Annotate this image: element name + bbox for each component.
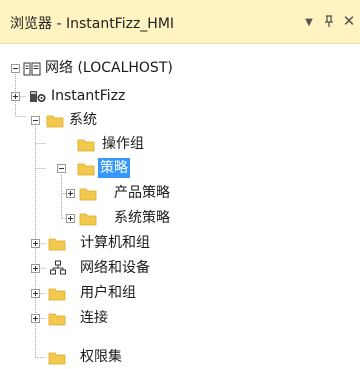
tree-item-label-selected: 策略 [98, 158, 130, 178]
tree-item-label: 系统策略 [114, 210, 170, 226]
collapse-toggle[interactable] [57, 164, 66, 173]
tree-item-instantfizz[interactable]: InstantFizz [0, 84, 360, 108]
application-gear-icon [29, 89, 47, 103]
tree-item-label: 网络和设备 [80, 260, 150, 276]
expand-toggle[interactable] [11, 92, 20, 101]
expand-toggle[interactable] [31, 264, 40, 273]
chevron-down-icon[interactable]: ▼ [299, 12, 319, 32]
close-icon[interactable]: ✕ [339, 11, 359, 31]
explorer-tree: 网络 (LOCALHOST) InstantFizz 系统 操作组 策略 产品策… [0, 44, 360, 368]
pin-icon[interactable] [319, 11, 339, 31]
tree-item-label: 权限集 [80, 349, 122, 365]
tree-item-label: 用户和组 [80, 285, 136, 301]
folder-icon [77, 161, 95, 176]
tree-item-label: 操作组 [102, 136, 144, 152]
tree-item-users-groups[interactable]: 用户和组 [0, 281, 360, 305]
folder-icon [48, 350, 66, 365]
tree-item-network-devices[interactable]: 网络和设备 [0, 256, 360, 280]
tree-item-network-localhost[interactable]: 网络 (LOCALHOST) [0, 56, 360, 80]
tree-item-permission-sets[interactable]: 权限集 [0, 345, 360, 369]
expand-toggle[interactable] [66, 189, 75, 198]
folder-icon [79, 211, 97, 226]
tree-item-system-strategy[interactable]: 系统策略 [0, 206, 360, 230]
tree-item-label: 计算机和组 [80, 235, 150, 251]
tree-item-system[interactable]: 系统 [0, 108, 360, 132]
tree-item-label: 产品策略 [114, 185, 170, 201]
expand-toggle[interactable] [66, 214, 75, 223]
tree-item-product-strategy[interactable]: 产品策略 [0, 181, 360, 205]
network-topology-icon [50, 260, 68, 275]
tree-item-connections[interactable]: 连接 [0, 306, 360, 330]
folder-icon [48, 286, 66, 301]
expand-toggle[interactable] [31, 289, 40, 298]
tree-item-computers-groups[interactable]: 计算机和组 [0, 231, 360, 255]
folder-icon [46, 113, 64, 128]
expand-toggle[interactable] [31, 239, 40, 248]
folder-icon [48, 236, 66, 251]
tree-item-strategy[interactable]: 策略 [0, 156, 360, 180]
tree-item-label: 系统 [69, 112, 97, 128]
tree-item-operation-group[interactable]: 操作组 [0, 132, 360, 156]
folder-icon [77, 137, 95, 152]
network-server-icon [23, 61, 41, 76]
expand-toggle[interactable] [31, 314, 40, 323]
folder-icon [48, 311, 66, 326]
panel-title: 浏览器 - InstantFizz_HMI [10, 16, 175, 32]
tree-item-label: 网络 (LOCALHOST) [45, 60, 173, 76]
folder-icon [79, 186, 97, 201]
tree-item-label: 连接 [80, 310, 108, 326]
collapse-toggle[interactable] [11, 64, 20, 73]
panel-header: 浏览器 - InstantFizz_HMI ▼ ✕ [0, 0, 360, 44]
collapse-toggle[interactable] [31, 116, 40, 125]
tree-item-label: InstantFizz [51, 88, 126, 104]
